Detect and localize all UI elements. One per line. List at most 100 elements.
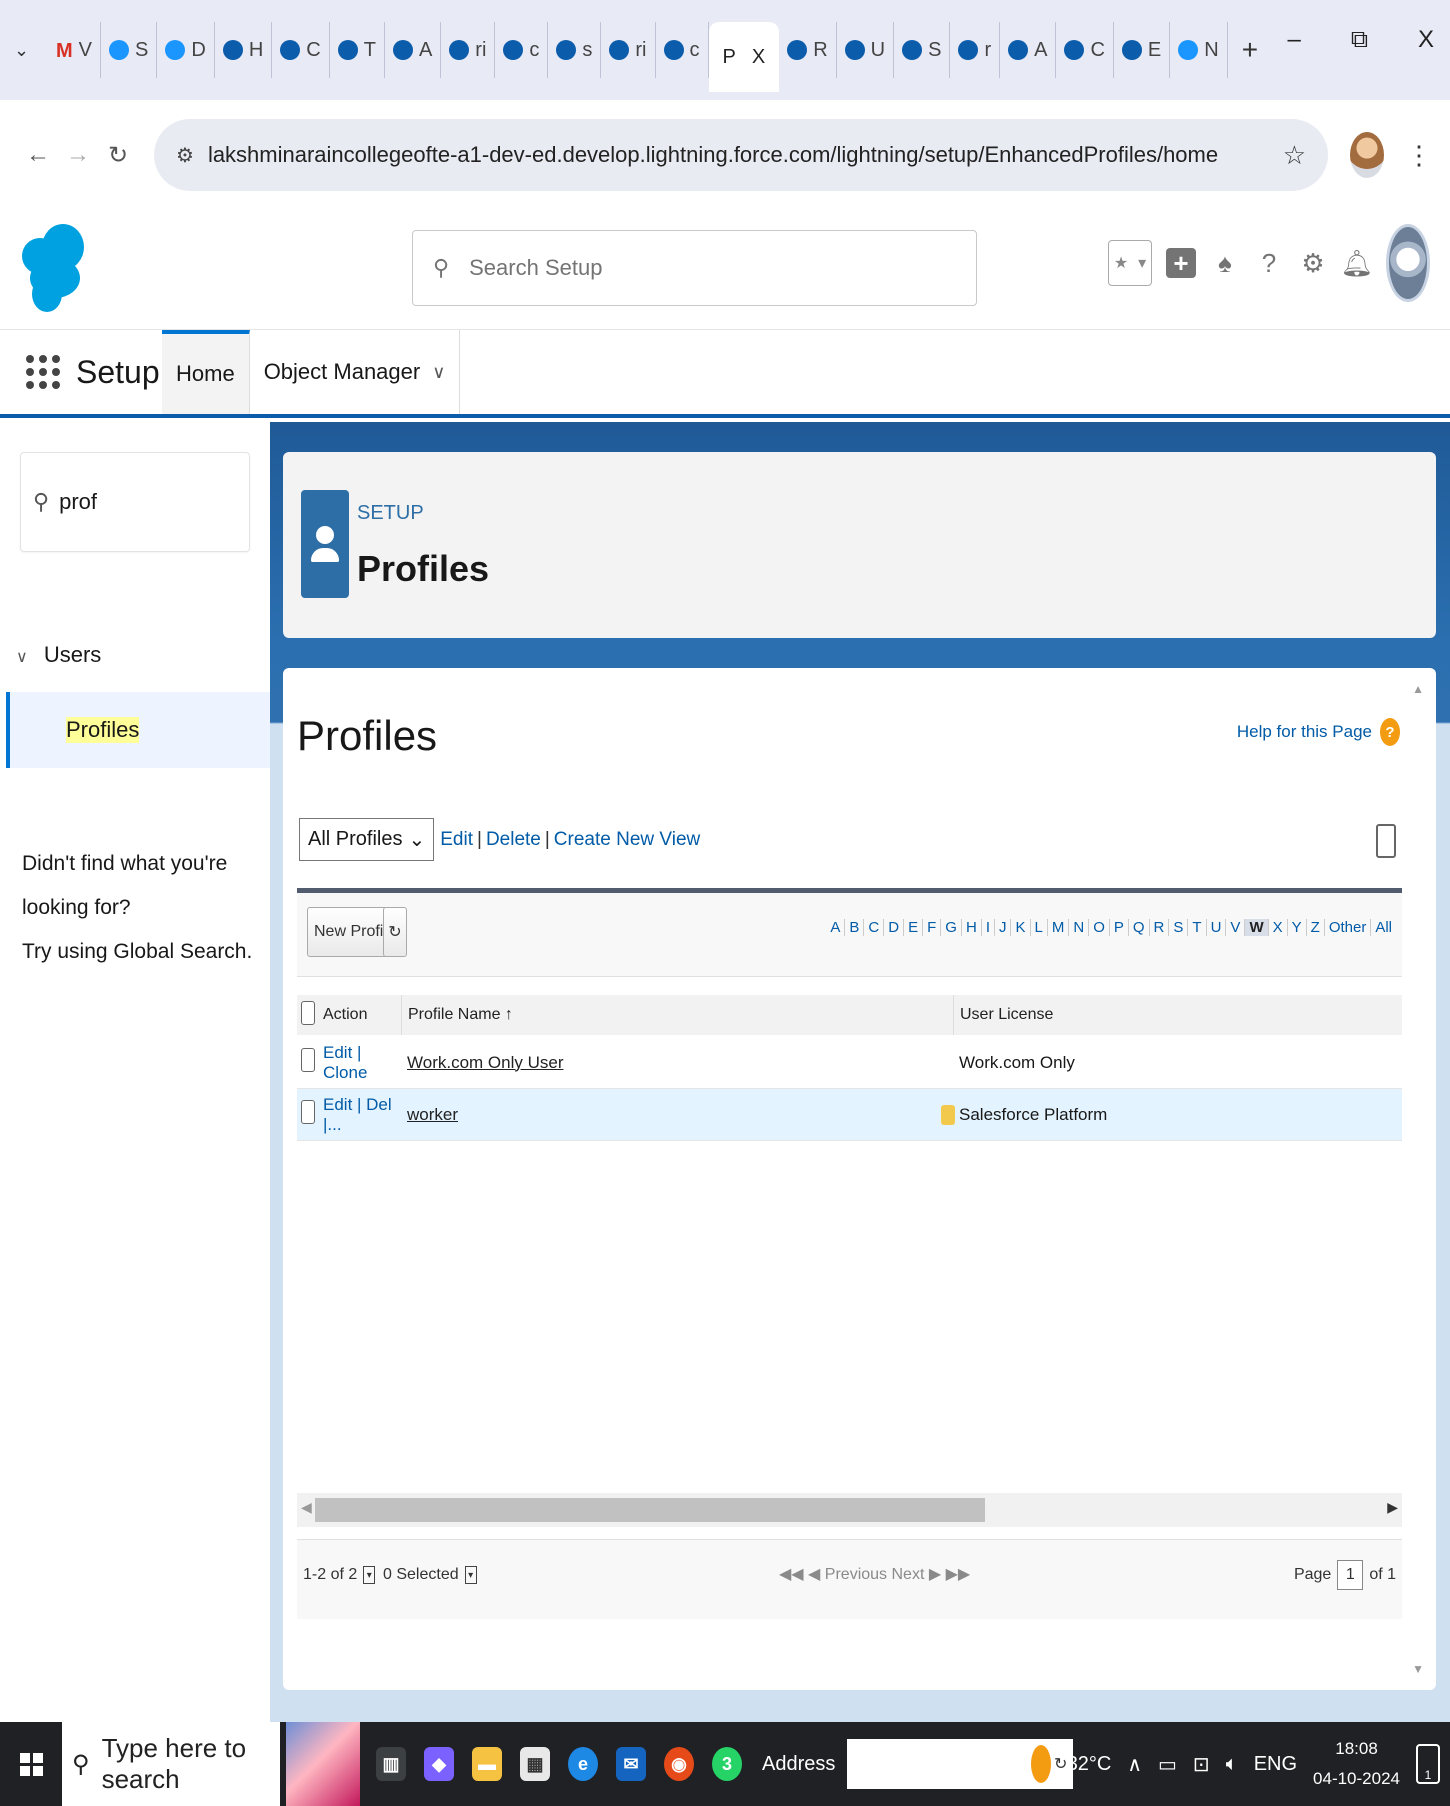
edit-view-link[interactable]: Edit [440,829,473,850]
column-header-user-license[interactable]: User License [953,995,1053,1035]
browser-tab[interactable]: MV [48,22,102,78]
browser-tab[interactable]: s [548,22,602,78]
profile-name-link[interactable]: Work.com Only User [407,1053,564,1073]
clock[interactable]: 18:08 04-10-2024 [1313,1734,1400,1794]
alphabet-filter-u[interactable]: U [1207,919,1227,936]
browser-tab[interactable]: R [779,22,837,78]
browser-tab[interactable]: ri [441,22,496,78]
search-setup-input[interactable]: ⚲ Search Setup [412,230,977,306]
sidebar-section-users[interactable]: ∨ Users [16,642,101,668]
alphabet-filter-l[interactable]: L [1031,919,1048,936]
alphabet-filter-i[interactable]: I [982,919,995,936]
row-checkbox[interactable] [301,1100,315,1124]
site-info-icon[interactable]: ⚙ [176,143,194,168]
browser-profile-avatar[interactable] [1350,132,1384,178]
browser-tab[interactable]: H [215,22,273,78]
alphabet-filter-q[interactable]: Q [1129,919,1150,936]
scroll-up-icon[interactable]: ▲ [1412,682,1424,696]
record-range[interactable]: 1-2 of 2 ▾ [303,1566,376,1584]
tray-chevron-up-icon[interactable]: ∧ [1127,1752,1142,1777]
column-header-profile-name[interactable]: Profile Name ↑ [401,995,953,1035]
alphabet-filter-a[interactable]: A [826,919,846,936]
browser-tab[interactable]: N [1170,22,1228,78]
horizontal-scrollbar[interactable]: ◀ ▶ [297,1493,1402,1527]
alphabet-filter-t[interactable]: T [1188,919,1207,936]
page-number-input[interactable]: 1 [1337,1560,1364,1590]
alphabet-filter-other[interactable]: Other [1325,919,1372,936]
display-icon[interactable]: ⊡ [1193,1752,1210,1777]
windows-start-icon[interactable] [0,1722,62,1806]
weather-temp[interactable]: 32°C [1067,1753,1112,1776]
trailhead-icon[interactable]: ♠ [1210,245,1240,281]
alphabet-filter-j[interactable]: J [995,919,1012,936]
network-icon[interactable]: ▭ [1158,1752,1177,1777]
favorites-button[interactable]: ★ ▾ [1108,240,1152,286]
alphabet-filter-x[interactable]: X [1269,919,1288,936]
scroll-right-icon[interactable]: ▶ [1387,1499,1398,1516]
profile-name-link[interactable]: worker [407,1105,458,1125]
browser-tab[interactable]: A [1000,22,1057,78]
file-explorer-icon[interactable]: ▬ [472,1747,502,1781]
quick-find-input[interactable]: ⚲ prof [20,452,250,552]
alphabet-filter-y[interactable]: Y [1288,919,1307,936]
restore-icon[interactable]: ⧉ [1351,26,1368,54]
alphabet-filter-e[interactable]: E [904,919,924,936]
bookmark-star-icon[interactable]: ☆ [1283,140,1306,171]
browser-tab[interactable]: A [385,22,442,78]
alphabet-filter-r[interactable]: R [1150,919,1170,936]
close-tab-icon[interactable]: X [752,46,765,69]
delete-view-link[interactable]: Delete [486,829,541,850]
notification-icon[interactable]: 1 [1416,1744,1440,1784]
language-indicator[interactable]: ENG [1254,1753,1297,1776]
browser-tab[interactable]: E [1114,22,1171,78]
task-view-icon[interactable]: ▥ [376,1747,406,1781]
browser-tab[interactable]: T [330,22,385,78]
printer-icon[interactable] [1376,824,1396,858]
user-avatar[interactable] [1386,224,1430,302]
browser-tab[interactable]: S [101,22,158,78]
alphabet-filter-g[interactable]: G [941,919,962,936]
tab-object-manager[interactable]: Object Manager ∨ [250,330,461,414]
scroll-left-icon[interactable]: ◀ [301,1499,312,1516]
alphabet-filter-b[interactable]: B [845,919,865,936]
help-icon[interactable]: ? [1254,245,1284,281]
app-launcher-icon[interactable] [26,355,70,389]
tab-search-chevron-icon[interactable]: ⌄ [14,40,48,61]
browser-tab[interactable]: D [157,22,215,78]
selected-count[interactable]: 0 Selected ▾ [383,1566,477,1584]
reload-icon[interactable]: ↻ [98,141,138,170]
alphabet-filter-f[interactable]: F [923,919,942,936]
alphabet-filter-d[interactable]: D [884,919,905,936]
browser-tab-active[interactable]: P X [708,22,780,92]
select-all-checkbox[interactable] [301,1000,315,1025]
tab-home[interactable]: Home [162,330,250,414]
scrollbar-thumb[interactable] [315,1498,985,1522]
volume-icon[interactable]: 🔈︎ [1226,1753,1238,1776]
alphabet-filter-all[interactable]: All [1371,919,1396,936]
browser-tab[interactable]: C [1056,22,1114,78]
row-checkbox[interactable] [301,1048,315,1072]
alphabet-filter-o[interactable]: O [1089,919,1110,936]
copilot-icon[interactable]: ◆ [424,1747,454,1781]
browser-menu-icon[interactable]: ⋮ [1406,140,1432,171]
browser-tab[interactable]: U [837,22,895,78]
close-window-icon[interactable]: X [1418,26,1434,54]
alphabet-filter-s[interactable]: S [1169,919,1189,936]
address-bar[interactable]: ⚙ lakshminaraincollegeofte-a1-dev-ed.dev… [154,119,1328,191]
sidebar-item-profiles[interactable]: Profiles [6,692,270,768]
browser-tab[interactable]: c [656,22,709,78]
alphabet-filter-v[interactable]: V [1226,919,1246,936]
store-icon[interactable]: ▦ [520,1747,550,1781]
browser-tab[interactable]: c [495,22,549,78]
alphabet-filter-m[interactable]: M [1048,919,1070,936]
salesforce-logo-icon[interactable] [22,224,84,312]
weather-icon[interactable] [1030,1745,1051,1783]
forward-arrow-icon[interactable]: → [58,141,98,169]
whatsapp-icon[interactable]: 3 [712,1747,742,1781]
chevron-down-icon[interactable]: ∨ [432,362,445,383]
browser-tab[interactable]: C [272,22,330,78]
browser-tab[interactable]: r [950,22,1001,78]
refresh-icon[interactable]: ↻ [383,907,407,957]
help-for-this-page-link[interactable]: Help for this Page ? [1237,718,1400,746]
chrome-icon[interactable]: ◉ [664,1747,694,1781]
